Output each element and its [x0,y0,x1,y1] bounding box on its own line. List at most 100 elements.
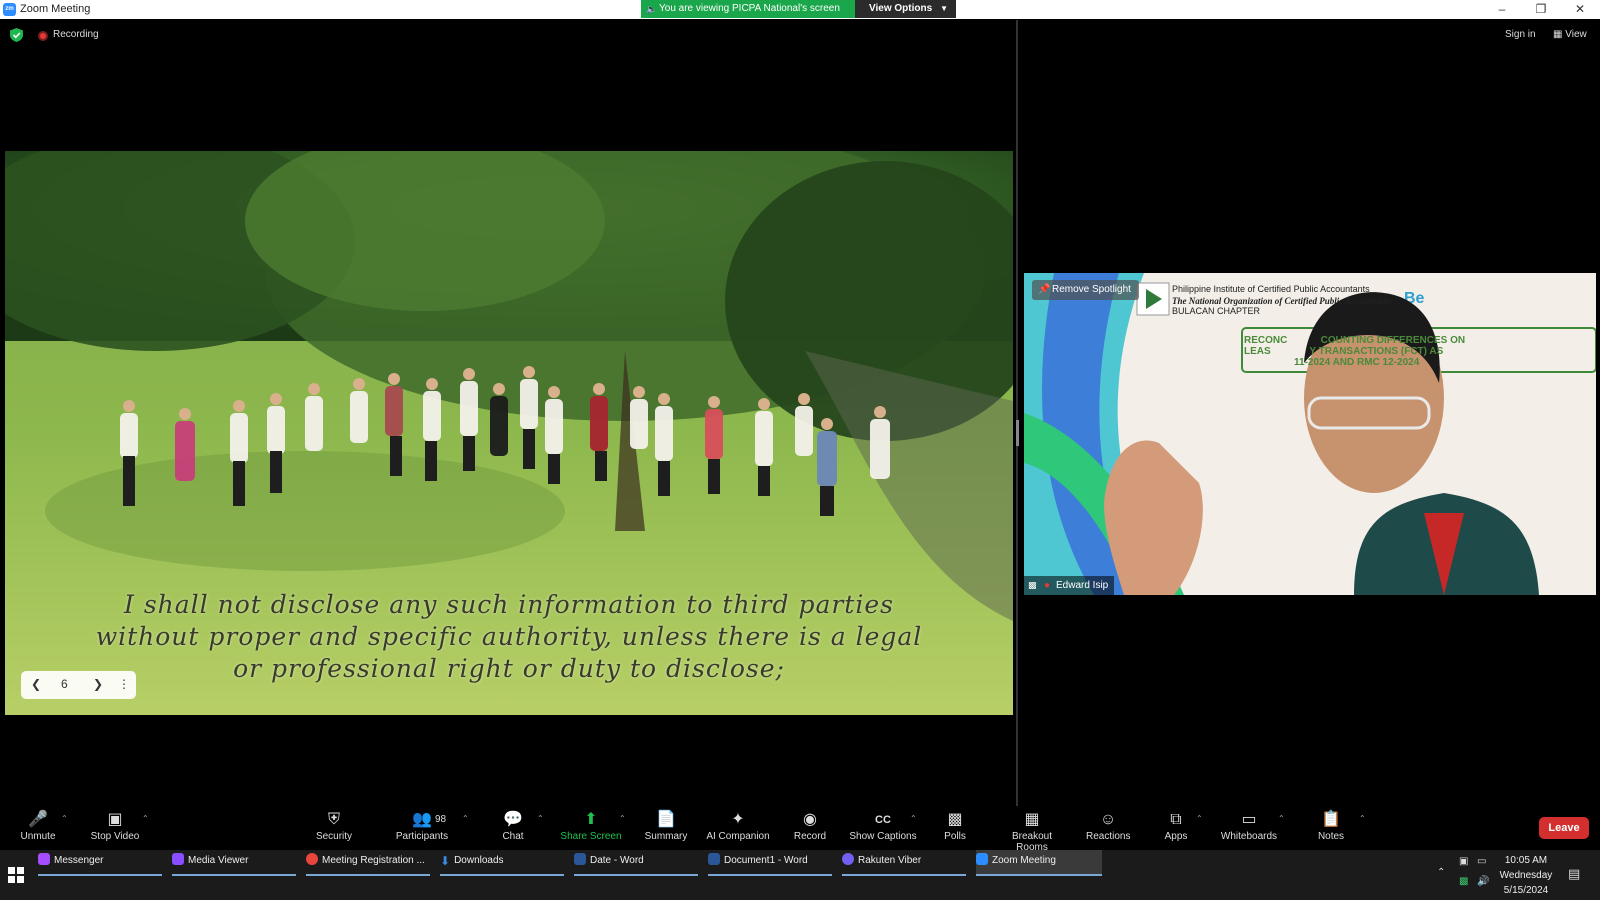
leave-button[interactable]: Leave [1539,817,1589,839]
caret-up-icon[interactable]: ⌃ [1196,814,1203,823]
org-name: Philippine Institute of Certified Public… [1172,284,1370,294]
webinar-title: RECONC COUNTING DIFFERENCES ON LEAS Y TR… [1244,335,1594,368]
taskbar-item-zoom[interactable]: Zoom Meeting [976,850,1102,876]
zoom-app-icon: zm [3,3,16,16]
apps-icon: ⧉ [1170,811,1182,828]
minimize-button[interactable]: – [1484,0,1520,19]
taskbar-label: Meeting Registration ... [322,855,425,866]
apps-label: Apps [1164,831,1188,842]
windows-start-icon[interactable] [8,867,24,883]
active-indicator [306,874,430,876]
notes-button[interactable]: 📋 Notes [1316,809,1346,842]
taskbar-item-messenger[interactable]: Messenger [38,850,162,876]
view-button[interactable]: ▦ View [1553,29,1587,40]
active-indicator [172,874,296,876]
notes-icon: 📋 [1321,811,1341,828]
restore-button[interactable]: ❐ [1523,0,1559,19]
viewing-screen-banner: 🔈 You are viewing PICPA National's scree… [641,0,855,18]
summary-label: Summary [644,831,688,842]
close-button[interactable]: ✕ [1562,0,1598,19]
chevron-left-icon[interactable]: ❮ [31,677,41,691]
active-indicator [574,874,698,876]
shield-icon: ⛨ [327,811,340,828]
chevron-right-icon[interactable]: ❯ [93,677,103,691]
polls-button[interactable]: ▩ Polls [943,809,967,842]
breakout-rooms-button[interactable]: ▦ Breakout Rooms [995,809,1069,853]
shared-screen: I shall not disclose any such informatio… [5,151,1013,715]
taskbar-label: Media Viewer [188,855,249,866]
taskbar-item-media-viewer[interactable]: Media Viewer [172,850,296,876]
taskbar-item-downloads[interactable]: ⬇ Downloads [440,850,564,876]
active-indicator [708,874,832,876]
taskbar-label: Document1 - Word [724,855,808,866]
breakout-rooms-icon: ▦ [1024,811,1040,828]
caret-up-icon[interactable]: ⌃ [1278,814,1285,823]
taskbar-label: Rakuten Viber [858,855,922,866]
whiteboards-button[interactable]: ▭ Whiteboards [1220,809,1278,842]
recording-label[interactable]: Recording [53,29,99,40]
record-icon: ◉ [803,811,817,828]
polls-icon: ▩ [947,811,963,828]
webinar-title-line: LEAS Y TRANSACTIONS (FCT) AS [1244,346,1444,357]
chevron-up-icon[interactable]: ⌃ [1437,867,1445,878]
caption-line: I shall not disclose any such informatio… [124,590,894,619]
zoom-icon [976,853,988,865]
caret-up-icon[interactable]: ⌃ [142,814,149,823]
participant-name: Edward Isip [1056,580,1109,591]
unmute-button[interactable]: 🎤 Unmute [18,809,58,842]
whiteboards-label: Whiteboards [1220,831,1278,842]
taskbar-label: Messenger [54,855,104,866]
stop-video-button[interactable]: ▣ Stop Video [88,809,142,842]
active-indicator [440,874,564,876]
notification-icon[interactable]: ▤ [1568,866,1580,882]
shield-icon[interactable] [10,28,23,42]
signal-icon: ▩ [1028,580,1037,590]
system-clock[interactable]: 10:05 AM Wednesday 5/15/2024 [1488,853,1564,898]
remove-spotlight-button[interactable]: 📌 Remove Spotlight [1032,280,1139,300]
show-captions-button[interactable]: CC Show Captions [849,809,917,842]
caret-up-icon[interactable]: ⌃ [619,814,626,823]
view-options-button[interactable]: View Options ▼ [855,0,956,18]
share-screen-button[interactable]: ⬆ Share Screen [560,809,622,842]
record-button[interactable]: ◉ Record [793,809,827,842]
summary-button[interactable]: 📄 Summary [642,809,690,842]
taskbar-item-chrome[interactable]: Meeting Registration ... [306,850,430,876]
caret-up-icon[interactable]: ⌃ [910,814,917,823]
resize-handle[interactable] [1016,420,1019,446]
smiley-icon: ☺ [1099,811,1117,828]
sign-in-link[interactable]: Sign in [1505,29,1536,40]
participants-label: Participants [395,831,449,842]
apps-button[interactable]: ⧉ Apps [1163,809,1189,842]
share-screen-icon: ⬆ [584,811,598,828]
download-arrow-icon: ⬇ [440,854,451,868]
chat-label: Chat [502,831,524,842]
summary-icon: 📄 [656,811,676,828]
more-icon[interactable]: ⋮ [118,677,130,691]
chat-button[interactable]: 💬 Chat [498,809,528,842]
clock-day: Wednesday [1499,870,1553,881]
clock-time: 10:05 AM [1504,855,1548,866]
show-captions-label: Show Captions [849,831,917,842]
polls-label: Polls [944,831,966,842]
caret-up-icon[interactable]: ⌃ [61,814,68,823]
participant-name-tag: ▩ ● Edward Isip [1024,576,1115,595]
stop-video-label: Stop Video [90,831,140,842]
taskbar-item-document1-word[interactable]: Document1 - Word [708,850,832,876]
taskbar-item-viber[interactable]: Rakuten Viber [842,850,966,876]
reactions-button[interactable]: ☺ Reactions [1086,809,1130,842]
ai-companion-button[interactable]: ✦ AI Companion [704,809,772,842]
network-icon[interactable]: ▩ [1459,876,1468,887]
taskbar-item-date-word[interactable]: Date - Word [574,850,698,876]
speaker-background: Be [1024,273,1596,595]
display-icon[interactable]: ▭ [1477,856,1486,867]
view-label: View [1565,29,1587,40]
word-icon [574,853,586,865]
caret-up-icon[interactable]: ⌃ [1359,814,1366,823]
mic-off-icon: 🎤 [28,811,48,828]
org-tagline: The National Organization of Certified P… [1172,296,1392,306]
meet-now-icon[interactable]: ▣ [1459,856,1468,867]
viber-icon [842,853,854,865]
caret-up-icon[interactable]: ⌃ [462,814,469,823]
security-button[interactable]: ⛨ Security [314,809,354,842]
caret-up-icon[interactable]: ⌃ [537,814,544,823]
